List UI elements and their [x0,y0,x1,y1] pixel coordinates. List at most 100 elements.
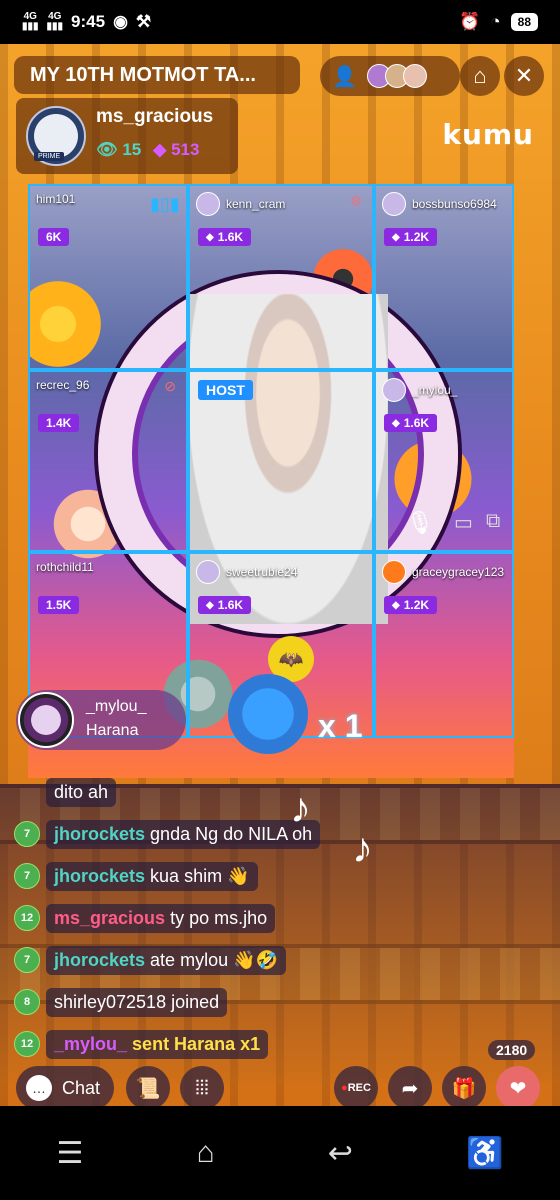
gem-badge: ◆ 1.2K [384,228,438,246]
guest-name: graceygracey123 [412,565,505,579]
heart-icon: ❤ [509,1077,527,1100]
accessibility-icon[interactable]: ♿ [466,1136,503,1171]
home-icon: ⌂ [473,63,487,88]
gem-icon: ◆ [392,599,400,611]
close-icon: ✕ [514,63,534,88]
chat-username[interactable]: jhorockets [54,950,145,970]
more-button[interactable]: ⦙⦙⦙ [180,1066,224,1110]
chat-message: 7 jhorockets ate mylou 👋🤣 [14,944,414,976]
guest-slot[interactable]: graceygracey123 ◆ 1.2K [374,552,514,738]
gems-count: ◆ 513 [153,140,200,159]
mic-muted-icon: ⊘ [350,192,362,208]
gem-icon: ◆ [392,417,400,429]
rec-label: ●REC [341,1082,371,1094]
chat-username[interactable]: jhorockets [54,824,145,844]
heart-count: 2180 [488,1040,536,1060]
system-nav-bar: ☰ ⌂ ↩ ♿ [0,1106,560,1200]
guest-slot[interactable]: kenn_cram ◆ 1.6K ⊘ [188,184,374,370]
music-note-icon: ♪ [352,824,373,871]
wifi-icon: ◔ [490,12,501,31]
gem-badge: 6K [38,228,70,246]
avatar [196,560,220,584]
harana-gift-animation [228,674,308,754]
viewer-avatars [366,64,427,88]
guest-name: bossbunso6984 [412,197,497,211]
camera-off-icon[interactable]: ▭ [454,510,473,535]
host-name: ms_gracious [96,106,214,127]
battery-indicator: 88 [510,13,538,31]
record-button[interactable]: ●REC [334,1066,378,1110]
stream-title[interactable]: MY 10TH MOTMOT TA... [14,56,300,94]
avatar [382,560,406,584]
heart-button[interactable]: ❤ [496,1066,540,1110]
gem-icon: ◆ [206,599,214,611]
guest-name: rothchild11 [36,560,94,574]
live-stage: him101 6K ▮▯▮ kenn_cram ◆ 1.6K ⊘ bossbuns… [0,44,560,1106]
switch-camera-icon[interactable]: ⧉ [486,510,500,533]
avatar [382,192,406,216]
guest-name: recrec_96 [36,378,90,392]
chat-message: 12 ms_gracious ty po ms.jho [14,902,414,934]
viewers-count: 👁 15 [96,140,142,159]
scroll-icon: 📜 [135,1077,161,1100]
gift-box-icon: 🎁 [451,1077,477,1100]
script-button[interactable]: 📜 [126,1066,170,1110]
gift-sender: _mylou_ [86,698,147,715]
guest-slot[interactable]: him101 6K ▮▯▮ [28,184,188,370]
gem-icon: ◆ [392,231,400,243]
level-badge: 7 [14,863,40,889]
level-badge: 12 [14,1031,40,1057]
gem-badge: ◆ 1.6K [198,228,252,246]
guest-slot[interactable]: _mylou_ ◆ 1.6K 🎙 ▭ ⧉ [374,370,514,552]
kumu-logo: kumu [442,118,534,151]
viewers-pill[interactable]: 👤 [320,56,460,96]
microphone-icon[interactable]: 🎙 [406,510,434,536]
guest-name: him101 [36,192,76,206]
guest-name: _mylou_ [412,383,458,397]
gem-icon: ◆ [206,231,214,243]
avatar [18,692,74,748]
chat-username[interactable]: jhorockets [54,866,145,886]
chat-list[interactable]: dito ah 7 jhorockets gnda Ng do NILA oh … [14,776,414,1070]
level-badge: 12 [14,905,40,931]
recent-apps-icon[interactable]: ☰ [57,1136,84,1171]
eye-icon: 👁 [96,140,118,159]
gem-badge: ◆ 1.2K [384,596,438,614]
gift-name: Harana [86,722,139,739]
chat-username[interactable]: _mylou_ [54,1034,127,1054]
mic-muted-icon: ⊘ [164,378,176,394]
host-slot[interactable]: HOST [188,370,374,552]
gem-icon: ◆ [153,140,167,159]
gem-badge: ◆ 1.6K [198,596,252,614]
avatar [382,378,406,402]
signal-icon: 4G ▮▮▮ [22,11,39,32]
level-badge: 8 [14,989,40,1015]
audio-wave-icon: ▮▯▮ [150,194,180,214]
avatar [402,64,427,88]
gift-button[interactable]: 🎁 [442,1066,486,1110]
chat-gift-message: 12 _mylou_ sent Harana x1 [14,1028,414,1060]
back-icon[interactable]: ↩ [328,1136,353,1171]
gift-multiplier: x 1 [318,708,363,744]
chat-button[interactable]: … Chat [16,1066,114,1110]
gem-badge: ◆ 1.6K [384,414,438,432]
level-badge: 7 [14,947,40,973]
share-button[interactable]: ➦ [388,1066,432,1110]
close-button[interactable]: ✕ [504,56,544,96]
host-card[interactable]: PRIME ms_gracious 👁 15 ◆ 513 [16,98,238,174]
guest-name: kenn_cram [226,197,286,211]
music-note-icon: ♪ [290,784,311,831]
messenger-icon: ◉ [113,12,128,31]
guest-slot[interactable]: recrec_96 1.4K ⊘ [28,370,188,552]
chat-join-message: 8 shirley072518 joined [14,986,414,1018]
chat-username[interactable]: ms_gracious [54,908,165,928]
alarm-icon: ⏰ [459,12,481,31]
host-label: HOST [198,380,253,400]
home-button[interactable]: ⌂ [460,56,500,96]
home-nav-icon[interactable]: ⌂ [197,1136,215,1170]
chat-bubble-icon: … [26,1075,52,1101]
clock: 9:45 [71,12,106,31]
guest-slot[interactable]: bossbunso6984 ◆ 1.2K [374,184,514,370]
avatar [196,192,220,216]
top-bar: MY 10TH MOTMOT TA... 👤 ⌂ ✕ [14,56,546,96]
